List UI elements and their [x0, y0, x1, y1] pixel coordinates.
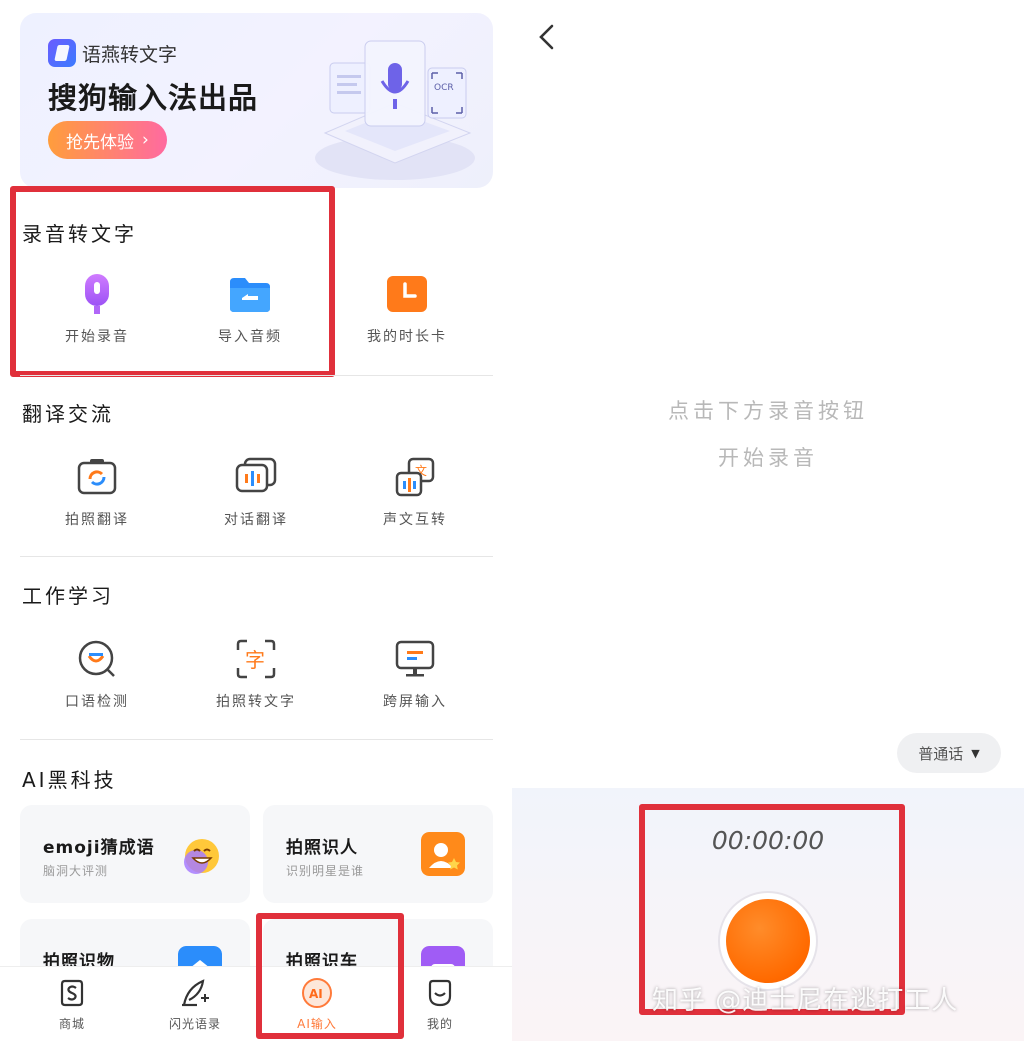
back-arrow-icon[interactable] — [532, 20, 562, 54]
emoji-icon — [184, 839, 219, 874]
speech-check-button[interactable]: 口语检测 — [22, 637, 172, 711]
left-panel: 语燕转文字 搜狗输入法出品 抢先体验 › OCR 录音转文字 开始录音 导入音频… — [0, 0, 512, 1041]
photo-to-text-button[interactable]: 字 拍照转文字 — [181, 637, 331, 711]
language-label: 普通话 — [918, 744, 964, 763]
photo-to-text-label: 拍照转文字 — [216, 694, 296, 710]
recording-highlight-box — [10, 186, 335, 377]
recording-hint-line1: 点击下方录音按钮 — [668, 399, 868, 423]
photo-face-id-card[interactable]: 拍照识人 识别明星是谁 — [263, 805, 493, 903]
clock-icon — [385, 272, 429, 316]
section-title-translate: 翻译交流 — [22, 402, 114, 426]
monitor-icon — [393, 637, 437, 681]
card-subtitle: 识别明星是谁 — [286, 864, 365, 878]
shop-icon — [56, 977, 88, 1009]
emoji-idiom-card[interactable]: emoji猜成语 脑洞大评测 — [20, 805, 250, 903]
svg-text:字: 字 — [245, 648, 265, 672]
photo-translate-label: 拍照翻译 — [65, 512, 129, 528]
photo-translate-button[interactable]: 拍照翻译 — [22, 455, 172, 529]
tab-profile[interactable]: 我的 — [395, 977, 485, 1032]
card-subtitle: 脑洞大评测 — [43, 864, 109, 878]
tab-profile-label: 我的 — [426, 1017, 453, 1031]
profile-icon — [424, 977, 456, 1009]
quill-icon — [179, 977, 211, 1009]
tab-shop-label: 商城 — [58, 1017, 85, 1031]
speech-check-label: 口语检测 — [65, 694, 129, 710]
dialogue-translate-label: 对话翻译 — [224, 512, 288, 528]
caret-down-icon: ▼ — [971, 746, 980, 760]
language-selector[interactable]: 普通话 ▼ — [897, 733, 1001, 773]
voice-text-convert-label: 声文互转 — [383, 512, 447, 528]
banner-headline: 搜狗输入法出品 — [48, 81, 259, 115]
section-title-work: 工作学习 — [22, 584, 114, 608]
divider — [20, 375, 493, 376]
svg-text:OCR: OCR — [434, 83, 454, 93]
watermark: 知乎 @迪士尼在逃打工人 — [652, 986, 959, 1016]
cross-screen-input-button[interactable]: 跨屏输入 — [340, 637, 490, 711]
right-panel: 点击下方录音按钮 开始录音 普通话 ▼ 00:00:00 知乎 @迪士尼在逃打工… — [512, 0, 1024, 1041]
tab-quotes[interactable]: 闪光语录 — [150, 977, 240, 1032]
tab-shop[interactable]: 商城 — [27, 977, 117, 1032]
try-now-label: 抢先体验 — [66, 132, 134, 153]
brand-logo-icon — [48, 39, 76, 67]
voice-text-icon: 文 — [393, 455, 437, 499]
voice-text-convert-button[interactable]: 文 声文互转 — [340, 455, 490, 529]
divider — [20, 739, 493, 740]
speech-check-icon — [75, 637, 119, 681]
microphone-ocr-illustration-icon: OCR — [315, 40, 475, 180]
chevron-right-icon: › — [142, 130, 149, 150]
my-duration-card-button[interactable]: 我的时长卡 — [332, 272, 482, 346]
my-duration-card-label: 我的时长卡 — [367, 329, 447, 345]
brand: 语燕转文字 — [48, 39, 177, 67]
promo-banner[interactable]: 语燕转文字 搜狗输入法出品 抢先体验 › OCR — [20, 13, 493, 188]
cross-screen-input-label: 跨屏输入 — [383, 694, 447, 710]
brand-name: 语燕转文字 — [82, 43, 178, 66]
face-id-icon — [421, 832, 465, 876]
scan-text-icon: 字 — [234, 637, 278, 681]
chat-translate-icon — [234, 455, 278, 499]
card-title: emoji猜成语 — [43, 838, 155, 858]
section-title-ai: AI黑科技 — [22, 768, 117, 792]
recording-hint-line2: 开始录音 — [718, 446, 818, 470]
card-title: 拍照识人 — [286, 838, 358, 858]
divider — [20, 556, 493, 557]
ai-tab-highlight-box — [256, 913, 404, 1039]
tab-quotes-label: 闪光语录 — [168, 1017, 221, 1031]
camera-translate-icon — [75, 455, 119, 499]
try-now-button[interactable]: 抢先体验 › — [48, 121, 167, 159]
dialogue-translate-button[interactable]: 对话翻译 — [181, 455, 331, 529]
